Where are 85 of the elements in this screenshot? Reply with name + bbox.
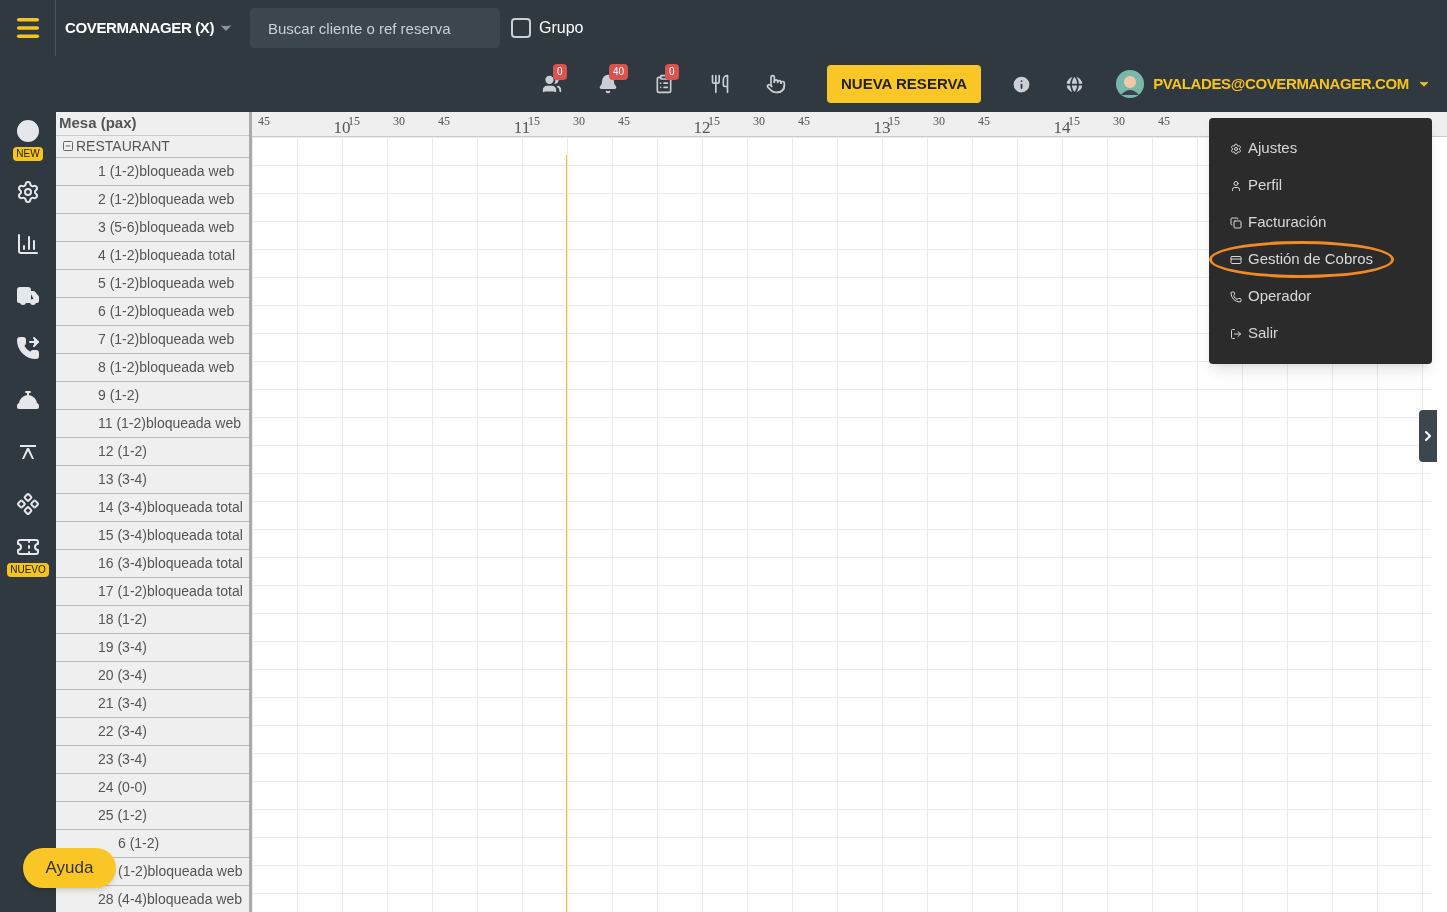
- table-row-label: 13 (3-4): [98, 469, 148, 489]
- time-tick-label: 15: [528, 113, 540, 128]
- table-row-label: 3 (5-6)bloqueada web: [98, 217, 235, 237]
- time-tick-label: 30: [933, 113, 945, 130]
- column-header: Mesa (pax): [56, 112, 249, 136]
- table-row-label: 8 (1-2)bloqueada web: [98, 357, 235, 377]
- table-row-label: 6 (1-2): [118, 833, 160, 853]
- hand-pointer-icon[interactable]: [766, 74, 787, 94]
- menu-item[interactable]: Ajustes: [1217, 137, 1311, 160]
- table-row-label: (1-2)bloqueada web: [118, 861, 243, 881]
- time-tick-label: 15: [1068, 113, 1080, 128]
- table-icon[interactable]: [18, 442, 38, 462]
- table-row-label: 28 (4-4)bloqueada web: [98, 889, 242, 909]
- table-row-label: 7 (1-2)bloqueada web: [98, 329, 235, 349]
- cloche-icon[interactable]: [16, 388, 40, 412]
- settings-icon: [1230, 142, 1242, 155]
- table-row-label: 20 (3-4): [98, 665, 148, 685]
- time-tick-label: 15: [888, 113, 900, 128]
- table-row-label: 18 (1-2): [98, 609, 148, 629]
- logout-icon: [1230, 327, 1242, 340]
- count-badge: 0: [553, 64, 567, 80]
- menu-item[interactable]: Salir: [1217, 322, 1291, 345]
- time-tick-label: 30: [1113, 113, 1125, 130]
- menu-item[interactable]: Perfil: [1217, 174, 1296, 197]
- user-menu-button[interactable]: PVALADES@COVERMANAGER.COM: [1153, 72, 1431, 96]
- table-row-label: 25 (1-2): [98, 805, 148, 825]
- avatar-icon[interactable]: [1116, 70, 1145, 98]
- table-row-label: 9 (1-2): [98, 385, 140, 405]
- menu-item[interactable]: Operador: [1217, 285, 1325, 308]
- truck-icon[interactable]: [16, 284, 40, 308]
- info-icon[interactable]: [1011, 73, 1033, 95]
- table-row-label: 21 (3-4): [98, 693, 148, 713]
- settings-icon[interactable]: [16, 180, 40, 204]
- brand-dropdown[interactable]: COVERMANAGER (X): [65, 16, 234, 40]
- table-row-label: 17 (1-2)bloqueada total: [98, 581, 243, 601]
- table-row-label: 14 (3-4)bloqueada total: [98, 497, 243, 517]
- collapse-icon[interactable]: [62, 140, 74, 152]
- bell-icon[interactable]: [598, 74, 619, 94]
- table-row-label: 2 (1-2)bloqueada web: [98, 189, 235, 209]
- table-row-label: 12 (1-2): [98, 441, 148, 461]
- time-tick-label: 30: [753, 113, 765, 130]
- table-row-label: 16 (3-4)bloqueada total: [98, 553, 243, 573]
- table-row-label: 15 (3-4)bloqueada total: [98, 525, 243, 545]
- checkbox[interactable]: [511, 18, 531, 38]
- time-tick-label: 45: [258, 113, 270, 130]
- time-tick-label: 45: [618, 113, 630, 130]
- table-row-label: 4 (1-2)bloqueada total: [98, 245, 235, 265]
- table-row-label: 23 (3-4): [98, 749, 148, 769]
- help-button[interactable]: Ayuda: [23, 848, 116, 888]
- time-tick-label: 15: [708, 113, 720, 128]
- people-icon[interactable]: [542, 74, 563, 94]
- expand-panel-button[interactable]: [1419, 410, 1437, 462]
- checkbox-label: Grupo: [539, 18, 584, 38]
- cross-squares-icon[interactable]: [16, 492, 40, 516]
- count-badge: 40: [609, 64, 629, 80]
- time-tick-label: 45: [438, 113, 450, 130]
- time-tick-label: 45: [978, 113, 990, 130]
- table-row-label: 5 (1-2)bloqueada web: [98, 273, 235, 293]
- globe-icon[interactable]: [1064, 73, 1086, 95]
- new-badge: NUEVO: [7, 563, 49, 577]
- person-icon: [1230, 179, 1242, 192]
- menu-item[interactable]: Facturación: [1217, 211, 1340, 234]
- menu-item[interactable]: Gestión de Cobros: [1209, 241, 1395, 278]
- count-badge: 0: [665, 64, 679, 80]
- phone-icon: [1230, 290, 1242, 303]
- new-badge: NEW: [13, 147, 43, 161]
- clipboard-icon[interactable]: [654, 74, 675, 94]
- cutlery-icon[interactable]: [710, 74, 731, 94]
- chart-icon[interactable]: [16, 232, 40, 256]
- table-row-label: 19 (3-4): [98, 637, 148, 657]
- new-reservation-button[interactable]: NUEVA RESERVA: [827, 65, 982, 103]
- table-row-label: 11 (1-2)bloqueada web: [98, 413, 241, 433]
- card-icon: [1230, 253, 1242, 266]
- table-row-label: 24 (0-0): [98, 777, 148, 797]
- table-row-label: 1 (1-2)bloqueada web: [98, 161, 235, 181]
- time-tick-label: 45: [1158, 113, 1170, 130]
- group-label: RESTAURANT: [76, 136, 170, 156]
- time-tick-label: 30: [393, 113, 405, 130]
- phone-icon[interactable]: [16, 336, 40, 360]
- search-field[interactable]: Buscar cliente o ref reserva: [250, 8, 500, 48]
- time-tick-label: 45: [798, 113, 810, 130]
- table-row-label: 6 (1-2)bloqueada web: [98, 301, 235, 321]
- table-row-label: 22 (3-4): [98, 721, 148, 741]
- time-tick-label: 30: [573, 113, 585, 130]
- copy-icon: [1230, 216, 1242, 229]
